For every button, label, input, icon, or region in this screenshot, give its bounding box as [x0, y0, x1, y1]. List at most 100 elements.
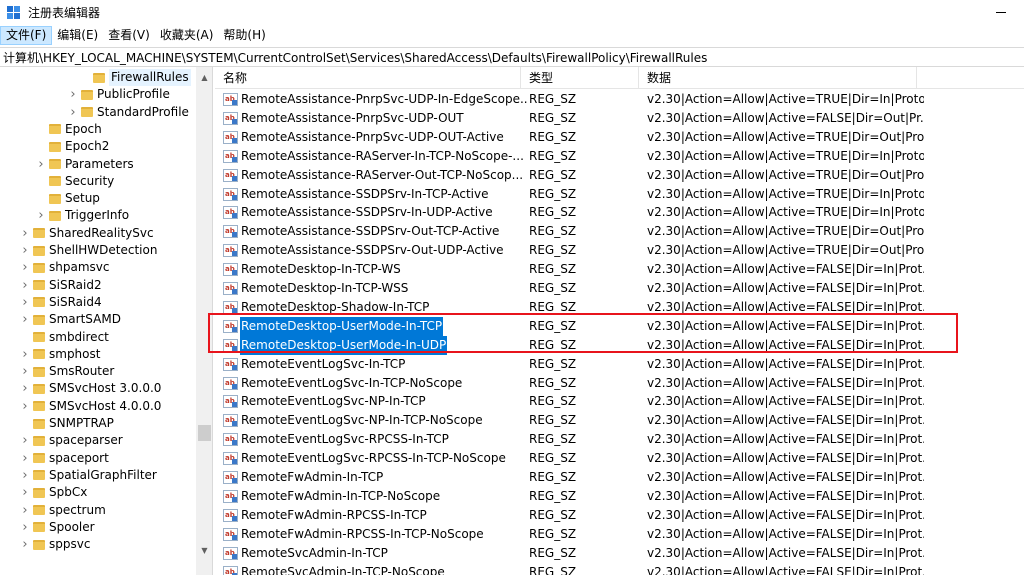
table-row[interactable]: ab RemoteEventLogSvc-RPCSS-In-TCP-NoScope… — [215, 449, 1024, 468]
table-row[interactable]: ab RemoteAssistance-PnrpSvc-UDP-OUT-Activ… — [215, 128, 1024, 147]
menu-favorites[interactable]: 收藏夹(A) — [155, 26, 219, 45]
column-type[interactable]: 类型 — [521, 67, 639, 89]
tree-scrollbar[interactable]: ▲ ▼ — [196, 67, 212, 575]
table-row[interactable]: ab RemoteAssistance-SSDPSrv-In-TCP-Active… — [215, 185, 1024, 204]
chevron-right-icon[interactable]: › — [20, 484, 30, 501]
chevron-right-icon[interactable]: › — [20, 450, 30, 467]
tree-item[interactable]: › SiSRaid4 — [20, 294, 101, 311]
tree-item[interactable]: › SMSvcHost 3.0.0.0 — [20, 380, 161, 397]
chevron-right-icon[interactable]: › — [20, 467, 30, 484]
chevron-right-icon[interactable]: › — [20, 380, 30, 397]
column-name[interactable]: 名称 — [215, 67, 521, 89]
menu-view[interactable]: 查看(V) — [103, 26, 155, 45]
chevron-right-icon[interactable]: › — [68, 86, 78, 103]
chevron-right-icon[interactable]: › — [20, 259, 30, 276]
table-row[interactable]: ab RemoteEventLogSvc-NP-In-TCP-NoScope REG… — [215, 411, 1024, 430]
chevron-right-icon[interactable]: › — [20, 536, 30, 553]
tree-item[interactable]: Epoch — [36, 121, 102, 138]
table-row[interactable]: ab RemoteFwAdmin-RPCSS-In-TCP REG_SZ v2.30|… — [215, 506, 1024, 525]
chevron-right-icon[interactable]: › — [20, 398, 30, 415]
value-name-cell: ab RemoteFwAdmin-In-TCP — [223, 468, 528, 487]
tree-item[interactable]: › SpatialGraphFilter — [20, 467, 156, 484]
tree-item[interactable]: Security — [36, 173, 114, 190]
minimize-button[interactable] — [978, 0, 1024, 25]
table-row[interactable]: ab RemoteAssistance-PnrpSvc-UDP-OUT REG_SZ… — [215, 109, 1024, 128]
tree-item[interactable]: › PublicProfile — [68, 86, 169, 103]
table-row[interactable]: ab RemoteEventLogSvc-RPCSS-In-TCP REG_SZ v2… — [215, 430, 1024, 449]
table-row[interactable]: ab RemoteFwAdmin-In-TCP-NoScope REG_SZ v2.3… — [215, 487, 1024, 506]
table-row[interactable]: ab RemoteAssistance-SSDPSrv-Out-TCP-Activ… — [215, 222, 1024, 241]
chevron-right-icon[interactable]: › — [36, 207, 46, 224]
table-row[interactable]: ab RemoteSvcAdmin-In-TCP-NoScope REG_SZ v2.… — [215, 563, 1024, 575]
chevron-right-icon[interactable]: › — [20, 519, 30, 536]
table-row[interactable]: ab RemoteAssistance-PnrpSvc-UDP-In-EdgeSc… — [215, 90, 1024, 109]
table-row[interactable]: ab RemoteAssistance-RAServer-In-TCP-NoSco… — [215, 147, 1024, 166]
chevron-right-icon[interactable]: › — [20, 346, 30, 363]
menu-file[interactable]: 文件(F) — [0, 26, 53, 45]
tree-item[interactable]: smbdirect — [20, 329, 109, 346]
table-row[interactable]: ab RemoteDesktop-In-TCP-WS REG_SZ v2.30|Act… — [215, 260, 1024, 279]
tree-item[interactable]: FirewallRules — [80, 69, 191, 86]
tree-item[interactable]: › spectrum — [20, 502, 105, 519]
table-row[interactable]: ab RemoteFwAdmin-RPCSS-In-TCP-NoScope REG_… — [215, 525, 1024, 544]
tree-item[interactable]: Setup — [36, 190, 100, 207]
tree-item[interactable]: › TriggerInfo — [36, 207, 129, 224]
chevron-right-icon[interactable]: › — [20, 242, 30, 259]
table-row[interactable]: ab RemoteEventLogSvc-NP-In-TCP REG_SZ v2.30… — [215, 392, 1024, 411]
chevron-right-icon[interactable]: › — [20, 225, 30, 242]
table-row[interactable]: ab RemoteAssistance-SSDPSrv-Out-UDP-Activ… — [215, 241, 1024, 260]
column-data[interactable]: 数据 — [639, 67, 917, 89]
tree-item[interactable]: › StandardProfile — [68, 104, 189, 121]
tree-item[interactable]: › SiSRaid2 — [20, 277, 101, 294]
string-value-icon: ab — [223, 187, 238, 201]
key-tree[interactable]: FirewallRules › PublicProfile › StandardProf… — [0, 67, 213, 575]
scroll-down-icon[interactable]: ▼ — [196, 542, 212, 559]
chevron-right-icon[interactable]: › — [36, 156, 46, 173]
table-row[interactable]: ab RemoteDesktop-UserMode-In-UDP REG_SZ v2.… — [215, 335, 1024, 355]
table-row[interactable]: ab RemoteDesktop-UserMode-In-TCP REG_SZ v2.… — [215, 316, 1024, 336]
value-name-cell: ab RemoteDesktop-UserMode-In-TCP — [223, 316, 528, 336]
menu-help[interactable]: 帮助(H) — [218, 26, 270, 45]
tree-item[interactable]: › Spooler — [20, 519, 94, 536]
scroll-thumb[interactable] — [198, 425, 211, 441]
table-row[interactable]: ab RemoteDesktop-Shadow-In-TCP REG_SZ v2.30… — [215, 298, 1024, 317]
tree-item[interactable]: › shpamsvc — [20, 259, 109, 276]
value-list[interactable]: 名称 类型 数据 ab RemoteAssistance-PnrpSvc-UDP-… — [215, 67, 1024, 575]
chevron-right-icon[interactable]: › — [20, 311, 30, 328]
tree-item[interactable]: › sppsvc — [20, 536, 90, 553]
table-row[interactable]: ab RemoteSvcAdmin-In-TCP REG_SZ v2.30|Actio… — [215, 544, 1024, 563]
table-row[interactable]: ab RemoteDesktop-In-TCP-WSS REG_SZ v2.30|Ac… — [215, 279, 1024, 298]
chevron-right-icon[interactable]: › — [20, 277, 30, 294]
value-data: v2.30|Action=Allow|Active=FALSE|Dir=In|P… — [647, 356, 924, 371]
chevron-right-icon[interactable]: › — [68, 104, 78, 121]
address-bar[interactable]: 计算机\HKEY_LOCAL_MACHINE\SYSTEM\CurrentCon… — [0, 47, 1024, 67]
title-bar: 注册表编辑器 — [0, 0, 1024, 25]
tree-item[interactable]: › SMSvcHost 4.0.0.0 — [20, 398, 161, 415]
string-value-icon: ab — [223, 471, 238, 484]
tree-item[interactable]: › spaceport — [20, 450, 108, 467]
value-data: v2.30|Action=Allow|Active=TRUE|Dir=Out|P… — [647, 224, 924, 239]
menu-edit[interactable]: 编辑(E) — [52, 26, 103, 45]
scroll-up-icon[interactable]: ▲ — [196, 69, 212, 86]
tree-item[interactable]: › ShellHWDetection — [20, 242, 157, 259]
tree-item[interactable]: › SmsRouter — [20, 363, 114, 380]
value-type: REG_SZ — [529, 262, 577, 277]
table-row[interactable]: ab RemoteEventLogSvc-In-TCP-NoScope REG_SZ… — [215, 374, 1024, 393]
chevron-right-icon[interactable]: › — [20, 502, 30, 519]
table-row[interactable]: ab RemoteAssistance-RAServer-Out-TCP-NoSc… — [215, 166, 1024, 185]
tree-item[interactable]: Epoch2 — [36, 138, 109, 155]
chevron-right-icon[interactable]: › — [20, 294, 30, 311]
tree-item[interactable]: › Parameters — [36, 156, 133, 173]
tree-item[interactable]: SNMPTRAP — [20, 415, 114, 432]
value-name-cell: ab RemoteAssistance-SSDPSrv-Out-TCP-Activ… — [223, 222, 528, 241]
chevron-right-icon[interactable]: › — [20, 363, 30, 380]
chevron-right-icon[interactable]: › — [20, 432, 30, 449]
table-row[interactable]: ab RemoteFwAdmin-In-TCP REG_SZ v2.30|Action… — [215, 468, 1024, 487]
tree-item[interactable]: › SpbCx — [20, 484, 87, 501]
tree-item[interactable]: › SharedRealitySvc — [20, 225, 153, 242]
tree-item[interactable]: › spaceparser — [20, 432, 122, 449]
table-row[interactable]: ab RemoteAssistance-SSDPSrv-In-UDP-Active… — [215, 203, 1024, 222]
tree-item[interactable]: › smphost — [20, 346, 100, 363]
tree-item[interactable]: › SmartSAMD — [20, 311, 121, 328]
table-row[interactable]: ab RemoteEventLogSvc-In-TCP REG_SZ v2.30|Ac… — [215, 355, 1024, 374]
